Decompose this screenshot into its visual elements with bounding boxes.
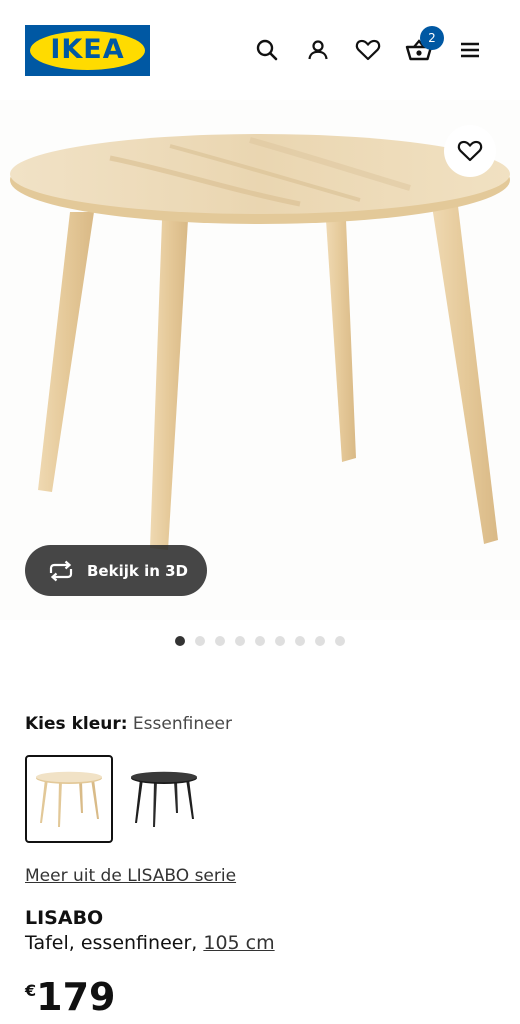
rotate-3d-icon	[49, 560, 73, 581]
color-selection-label: Kies kleur: Essenfineer	[25, 714, 232, 734]
ikea-logo[interactable]: IKEA	[25, 25, 150, 76]
carousel-dot[interactable]	[295, 636, 305, 646]
color-option-zwart[interactable]	[120, 755, 208, 843]
product-image[interactable]	[0, 100, 520, 620]
cart-count-badge: 2	[420, 26, 444, 50]
header: IKEA 2	[0, 0, 520, 100]
search-icon[interactable]	[251, 34, 283, 66]
carousel-dot[interactable]	[235, 636, 245, 646]
table-thumbnail-black	[131, 771, 197, 827]
color-label: Kies kleur:	[25, 714, 128, 734]
logo-text: IKEA	[50, 34, 125, 65]
selected-color: Essenfineer	[132, 714, 232, 734]
carousel-dot[interactable]	[195, 636, 205, 646]
price-amount: 179	[36, 975, 116, 1019]
carousel-dot[interactable]	[335, 636, 345, 646]
product-size-link[interactable]: 105 cm	[203, 932, 274, 954]
product-type: Tafel, essenfineer,	[25, 932, 198, 954]
color-option-essenfineer[interactable]	[25, 755, 113, 843]
product-price: €179	[25, 975, 115, 1019]
carousel-dot[interactable]	[315, 636, 325, 646]
table-thumbnail-ash	[36, 771, 102, 827]
series-link[interactable]: Meer uit de LISABO serie	[25, 866, 236, 886]
carousel-indicator	[0, 636, 520, 646]
add-to-favourites-button[interactable]	[444, 125, 496, 177]
lisabo-table-image	[10, 134, 510, 550]
view-in-3d-button[interactable]: Bekijk in 3D	[25, 545, 207, 596]
heart-icon[interactable]	[352, 34, 384, 66]
carousel-dot[interactable]	[275, 636, 285, 646]
heart-icon	[457, 140, 483, 162]
price-currency: €	[25, 981, 37, 1000]
carousel-dot[interactable]	[255, 636, 265, 646]
user-icon[interactable]	[302, 34, 334, 66]
carousel-dot[interactable]	[175, 636, 185, 646]
product-name: LISABO	[25, 907, 104, 929]
view-in-3d-label: Bekijk in 3D	[87, 561, 188, 580]
carousel-dot[interactable]	[215, 636, 225, 646]
product-description: Tafel, essenfineer, 105 cm	[25, 932, 275, 954]
menu-icon[interactable]	[454, 34, 486, 66]
